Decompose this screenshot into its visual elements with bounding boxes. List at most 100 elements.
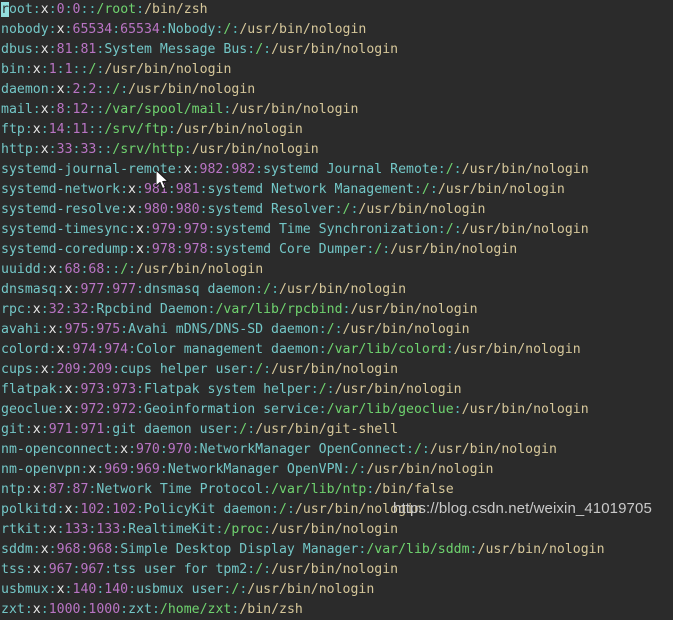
- passwd-home-directory: /: [326, 322, 335, 337]
- passwd-username: systemd-resolve: [1, 202, 121, 217]
- passwd-password-field: x: [48, 522, 57, 537]
- passwd-gid: 980: [175, 202, 200, 217]
- passwd-gecos: tss user for tpm2: [112, 562, 248, 577]
- passwd-uid: 969: [104, 462, 129, 477]
- passwd-home-directory: /: [120, 262, 129, 277]
- passwd-gecos: Simple Desktop Display Manager: [120, 542, 359, 557]
- passwd-gid: 33: [80, 142, 97, 157]
- field-separator: :: [40, 422, 49, 437]
- field-separator: :: [128, 462, 137, 477]
- terminal-output[interactable]: root:x:0:0::/root:/bin/zsh nobody:x:65534…: [0, 0, 673, 617]
- passwd-login-shell: /usr/bin/nologin: [429, 442, 557, 457]
- passwd-entry-row: systemd-timesync:x:979:979:systemd Time …: [0, 220, 673, 240]
- passwd-login-shell: /usr/bin/nologin: [334, 382, 462, 397]
- field-separator: :: [263, 42, 272, 57]
- passwd-entry-row: usbmux:x:140:140:usbmux user:/:/usr/bin/…: [0, 580, 673, 600]
- passwd-gecos: System Message Bus: [104, 42, 248, 57]
- field-separator: :: [40, 562, 49, 577]
- field-separator: :: [40, 62, 49, 77]
- passwd-entry-row: colord:x:974:974:Color management daemon…: [0, 340, 673, 360]
- field-separator: :: [183, 142, 192, 157]
- field-separator: :: [120, 202, 129, 217]
- passwd-login-shell: /usr/bin/nologin: [231, 102, 359, 117]
- passwd-username: dnsmasq: [1, 282, 57, 297]
- field-separator: :: [318, 402, 327, 417]
- passwd-uid: 971: [48, 422, 73, 437]
- passwd-gid: 0: [72, 2, 81, 17]
- field-separator: :: [24, 602, 33, 617]
- passwd-uid: 8: [56, 102, 65, 117]
- passwd-login-shell: /usr/bin/nologin: [128, 82, 256, 97]
- passwd-password-field: x: [120, 442, 129, 457]
- passwd-entry-row: dnsmasq:x:977:977:dnsmasq daemon:/:/usr/…: [0, 280, 673, 300]
- passwd-username: mail: [1, 102, 33, 117]
- field-separator: :: [48, 582, 57, 597]
- passwd-login-shell: /usr/bin/nologin: [247, 582, 375, 597]
- passwd-entry-row: nobody:x:65534:65534:Nobody:/:/usr/bin/n…: [0, 20, 673, 40]
- passwd-password-field: x: [40, 102, 49, 117]
- passwd-home-directory: /: [318, 382, 327, 397]
- passwd-password-field: x: [32, 602, 41, 617]
- field-separator: :: [80, 602, 89, 617]
- passwd-uid: 133: [64, 522, 89, 537]
- passwd-username: systemd-network: [1, 182, 121, 197]
- field-separator: :: [32, 2, 41, 17]
- passwd-gecos: cups helper user: [120, 362, 248, 377]
- passwd-login-shell: /usr/bin/nologin: [271, 522, 399, 537]
- passwd-entry-row: nm-openvpn:x:969:969:NetworkManager Open…: [0, 460, 673, 480]
- passwd-gid: 972: [112, 402, 137, 417]
- passwd-username: ntp: [1, 482, 25, 497]
- field-separator: :: [136, 382, 144, 397]
- field-separator: :: [255, 162, 264, 177]
- passwd-login-shell: /usr/bin/nologin: [477, 542, 605, 557]
- passwd-gid: 971: [80, 422, 105, 437]
- passwd-login-shell: /usr/bin/nologin: [104, 62, 232, 77]
- passwd-login-shell: /usr/bin/nologin: [350, 302, 478, 317]
- field-separator: :: [32, 102, 41, 117]
- passwd-gecos: PolicyKit daemon: [144, 502, 272, 517]
- passwd-username: http: [1, 142, 33, 157]
- passwd-gid: 973: [112, 382, 137, 397]
- field-separator: :: [437, 162, 446, 177]
- field-separator: :: [413, 182, 422, 197]
- passwd-home-directory: /var/lib/sddm: [366, 542, 470, 557]
- passwd-password-field: x: [136, 242, 144, 257]
- passwd-username: systemd-journal-remote: [1, 162, 176, 177]
- passwd-gid: 133: [96, 522, 121, 537]
- field-separator: :: [48, 542, 57, 557]
- passwd-uid: 970: [136, 442, 160, 457]
- passwd-gid: 209: [88, 362, 113, 377]
- passwd-username: rtkit: [1, 522, 41, 537]
- passwd-gid: 65534: [120, 22, 160, 37]
- field-separator: :: [64, 302, 73, 317]
- passwd-password-field: x: [32, 422, 41, 437]
- passwd-uid: 968: [56, 542, 81, 557]
- field-separator: :: [32, 142, 41, 157]
- passwd-username: geoclue: [1, 402, 57, 417]
- passwd-login-shell: /bin/zsh: [144, 2, 208, 17]
- passwd-entry-row: sddm:x:968:968:Simple Desktop Display Ma…: [0, 540, 673, 560]
- field-separator: :: [24, 482, 33, 497]
- passwd-login-shell: /usr/bin/nologin: [366, 462, 494, 477]
- field-separator: :: [453, 162, 462, 177]
- field-separator: :: [64, 582, 73, 597]
- passwd-gid: 975: [96, 322, 121, 337]
- passwd-password-field: x: [48, 262, 57, 277]
- field-separator: :: [24, 422, 33, 437]
- field-separator: :: [223, 582, 232, 597]
- field-separator: :: [334, 202, 343, 217]
- passwd-password-field: x: [32, 122, 41, 137]
- passwd-username: tss: [1, 562, 25, 577]
- passwd-home-directory: /home/zxt: [159, 602, 232, 617]
- field-separator: :: [167, 202, 176, 217]
- passwd-gecos: Flatpak system helper: [144, 382, 311, 397]
- passwd-gid: 32: [72, 302, 89, 317]
- field-separator: :: [32, 362, 41, 377]
- passwd-uid: 972: [80, 402, 105, 417]
- passwd-uid: 980: [143, 202, 168, 217]
- passwd-password-field: x: [56, 82, 65, 97]
- field-separator: :: [64, 82, 73, 97]
- field-separator: :: [48, 82, 57, 97]
- passwd-home-directory: /: [263, 282, 272, 297]
- field-separator: :: [231, 602, 240, 617]
